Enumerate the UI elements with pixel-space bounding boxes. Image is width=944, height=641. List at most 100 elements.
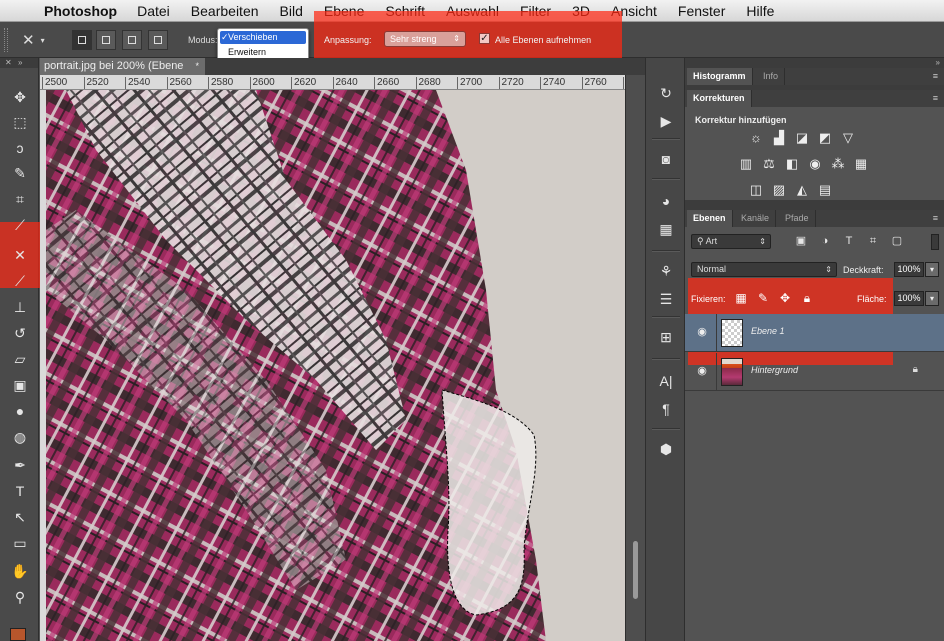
menu-datei[interactable]: Datei [137, 3, 170, 19]
blur-tool-icon[interactable]: ● [8, 400, 32, 422]
menu-app-name[interactable]: Photoshop [44, 3, 117, 19]
scrollbar-thumb[interactable] [633, 541, 638, 599]
layer-filter-kind-select[interactable]: ⚲ Art ⇕ [691, 234, 771, 249]
brush-tool-icon[interactable]: ⟋ [8, 270, 32, 292]
type-tool-icon[interactable]: T [8, 480, 32, 502]
threshold-icon[interactable]: ◭ [793, 182, 811, 198]
menu-bild[interactable]: Bild [280, 3, 303, 19]
brightness-contrast-icon[interactable]: ☼ [747, 130, 765, 146]
tool-preset-picker[interactable]: ✕ ▾ [22, 30, 62, 50]
tab-adjustments[interactable]: Korrekturen [687, 90, 752, 107]
visibility-eye-icon[interactable]: ◉ [695, 365, 709, 377]
color-palette-icon[interactable]: ◕ [654, 190, 678, 212]
foreground-color-swatch[interactable] [10, 628, 26, 641]
vertical-scrollbar[interactable] [625, 75, 645, 641]
character-icon[interactable]: A| [654, 370, 678, 392]
opacity-dropdown-button[interactable]: ▾ [925, 262, 939, 277]
crop-tool-icon[interactable]: ⌗ [8, 188, 32, 210]
tool-presets-icon[interactable]: ☰ [654, 288, 678, 310]
tab-info[interactable]: Info [757, 68, 786, 85]
horizontal-ruler[interactable]: 2500 2520 2540 2560 2580 2600 2620 2640 2660 2680… [40, 75, 625, 90]
color-lookup-icon[interactable]: ▦ [852, 156, 870, 172]
path-selection-tool-icon[interactable]: ↖ [8, 506, 32, 528]
photo-filter-icon[interactable]: ◉ [806, 156, 824, 172]
hand-tool-icon[interactable]: ✋ [8, 560, 32, 582]
collapse-icon[interactable]: » [936, 58, 940, 67]
menu-hilfe[interactable]: Hilfe [746, 3, 774, 19]
fill-input[interactable]: 100% [894, 291, 924, 306]
menu-fenster[interactable]: Fenster [678, 3, 725, 19]
move-tool-icon[interactable]: ✥ [8, 86, 32, 108]
filter-smart-object-icon[interactable]: ▢ [889, 234, 905, 249]
sample-all-layers-checkbox[interactable]: ✓ [479, 33, 490, 44]
adaptation-select[interactable]: Sehr streng ⇕ [384, 31, 466, 47]
filter-pixel-icon[interactable]: ▣ [793, 234, 809, 249]
fill-dropdown-button[interactable]: ▾ [925, 291, 939, 306]
levels-icon[interactable]: ▟ [770, 130, 788, 146]
panel-menu-icon[interactable]: ≡ [933, 213, 938, 223]
swatches-grid-icon[interactable]: ▦ [654, 218, 678, 240]
close-icon[interactable]: ✕ [5, 58, 12, 67]
lasso-tool-icon[interactable]: ↄ [8, 137, 32, 159]
options-bar-grip[interactable] [4, 28, 8, 52]
layer-filter-toggle[interactable] [931, 234, 939, 250]
tab-paths[interactable]: Pfade [779, 210, 816, 227]
color-balance-icon[interactable]: ⚖ [760, 156, 778, 172]
history-icon[interactable]: ↻ [654, 82, 678, 104]
selection-new-button[interactable] [72, 30, 92, 50]
brush-presets-icon[interactable]: ⚘ [654, 260, 678, 282]
selection-subtract-button[interactable] [122, 30, 142, 50]
document-tab-close[interactable]: * [195, 58, 199, 75]
hue-saturation-icon[interactable]: ▥ [737, 156, 755, 172]
clone-stamp-tool-icon[interactable]: ⊥ [8, 296, 32, 318]
gradient-map-icon[interactable]: ▤ [816, 182, 834, 198]
filter-type-icon[interactable]: T [841, 234, 857, 249]
filter-adjustment-icon[interactable]: ◑ [817, 234, 833, 249]
3d-cube-icon[interactable]: ⬢ [654, 438, 678, 460]
posterize-icon[interactable]: ▨ [770, 182, 788, 198]
layer-row[interactable]: ◉ Ebene 1 [685, 314, 944, 352]
tab-histogram[interactable]: Histogramm [687, 68, 753, 85]
marquee-tool-icon[interactable]: ⬚ [8, 111, 32, 133]
zoom-tool-icon[interactable]: ⚲ [8, 586, 32, 608]
layer-thumbnail[interactable] [721, 358, 743, 386]
lock-icon[interactable]: 🔒︎ [913, 364, 918, 375]
shape-tool-icon[interactable]: ▭ [8, 532, 32, 554]
tab-channels[interactable]: Kanäle [735, 210, 777, 227]
content-aware-move-tool-icon[interactable]: ✕ [8, 244, 32, 266]
clone-source-icon[interactable]: ⊞ [654, 326, 678, 348]
blend-mode-select[interactable]: Normal ⇕ [691, 262, 837, 277]
layer-name[interactable]: Ebene 1 [751, 326, 785, 336]
document-canvas[interactable] [46, 90, 625, 641]
menu-bearbeiten[interactable]: Bearbeiten [191, 3, 259, 19]
eraser-tool-icon[interactable]: ▱ [8, 348, 32, 370]
black-white-icon[interactable]: ◧ [783, 156, 801, 172]
layer-row[interactable]: ◉ Hintergrund 🔒︎ [685, 353, 944, 391]
lock-pixels-icon[interactable]: ✎ [756, 291, 770, 305]
expand-icon[interactable]: » [18, 58, 22, 67]
lock-transparency-icon[interactable]: ▦ [734, 291, 748, 305]
lock-position-icon[interactable]: ✥ [778, 291, 792, 305]
gradient-tool-icon[interactable]: ▣ [8, 374, 32, 396]
mode-option-verschieben[interactable]: ✓ Verschieben [220, 31, 306, 44]
layer-thumbnail[interactable] [721, 319, 743, 347]
quick-selection-tool-icon[interactable]: ✎ [8, 162, 32, 184]
3d-panel-icon[interactable]: ◙ [654, 148, 678, 170]
opacity-input[interactable]: 100% [894, 262, 924, 277]
eyedropper-tool-icon[interactable]: ⟋ [8, 214, 32, 236]
paragraph-icon[interactable]: ¶ [654, 398, 678, 420]
document-tab[interactable]: portrait.jpg bei 200% (Ebene * [40, 58, 205, 75]
lock-all-icon[interactable]: 🔒︎ [800, 291, 814, 305]
panel-menu-icon[interactable]: ≡ [933, 71, 938, 81]
curves-icon[interactable]: ◪ [793, 130, 811, 146]
vibrance-icon[interactable]: ▽ [839, 130, 857, 146]
pen-tool-icon[interactable]: ✒ [8, 454, 32, 476]
layer-name[interactable]: Hintergrund [751, 365, 798, 375]
dodge-tool-icon[interactable]: ◍ [8, 426, 32, 448]
exposure-icon[interactable]: ◩ [816, 130, 834, 146]
selection-add-button[interactable] [96, 30, 116, 50]
panel-menu-icon[interactable]: ≡ [933, 93, 938, 103]
tab-layers[interactable]: Ebenen [687, 210, 733, 227]
invert-icon[interactable]: ◫ [747, 182, 765, 198]
history-brush-tool-icon[interactable]: ↺ [8, 322, 32, 344]
